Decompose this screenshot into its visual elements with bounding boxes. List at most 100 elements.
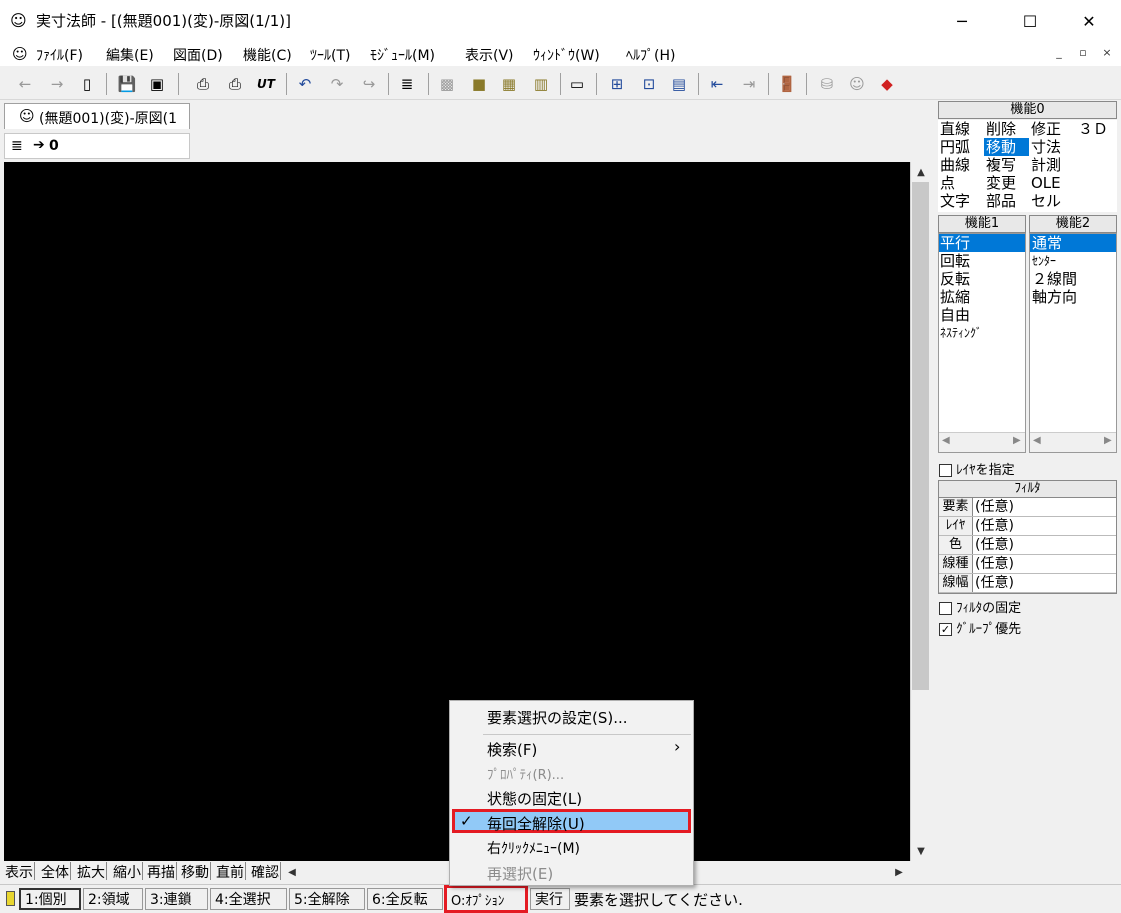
menu-item-lock-state[interactable]: 状態の固定(L) <box>487 788 582 809</box>
func1-rotate[interactable]: 回転 <box>940 252 970 270</box>
filter-row[interactable]: 線幅 (任意) <box>939 574 1116 593</box>
rect-move-icon[interactable]: ▦ <box>498 73 520 95</box>
menu-module[interactable]: ﾓｼﾞｭｰﾙ(M) <box>370 45 435 65</box>
scroll-down-icon[interactable]: ▼ <box>912 842 930 860</box>
print-preview-icon[interactable]: ⎙ <box>224 73 246 95</box>
ut-icon[interactable]: UT <box>255 73 277 95</box>
group-priority-checkbox[interactable]: ✓ ｸﾞﾙｰﾌﾟ優先 <box>939 618 1021 637</box>
menu-item-right-click-menu[interactable]: 右ｸﾘｯｸﾒﾆｭｰ(M) <box>487 838 580 858</box>
cmd-display[interactable]: 表示 <box>4 862 35 881</box>
func0-measure[interactable]: 計測 <box>1031 156 1061 174</box>
filter-row[interactable]: ﾚｲﾔ (任意) <box>939 517 1116 536</box>
back-icon[interactable]: ← <box>14 73 36 95</box>
cmd-confirm[interactable]: 確認 <box>250 862 281 881</box>
scroll-left-icon[interactable]: ◀ <box>942 435 950 446</box>
checkbox-icon[interactable] <box>939 464 952 477</box>
execute-button[interactable]: 実行 <box>530 888 570 910</box>
vertical-scroll-thumb[interactable] <box>912 182 929 690</box>
func2-hscroll[interactable]: ◀ ▶ <box>1030 432 1116 452</box>
layer-specify-checkbox[interactable]: ﾚｲﾔを指定 <box>939 459 1015 478</box>
func0-3d[interactable]: ３Ｄ <box>1078 120 1108 138</box>
undo-icon[interactable]: ↶ <box>294 73 316 95</box>
menu-drawing[interactable]: 図面(D) <box>173 45 223 65</box>
new-file-icon[interactable]: ▯ <box>76 73 98 95</box>
filter-row[interactable]: 要素 (任意) <box>939 498 1116 517</box>
func2-between-lines[interactable]: ２線間 <box>1032 270 1077 288</box>
mdi-restore-button[interactable]: ▫ <box>1074 46 1092 62</box>
func0-ole[interactable]: OLE <box>1031 174 1061 192</box>
save-all-icon[interactable]: ▣ <box>146 73 168 95</box>
scroll-left-icon[interactable]: ◀ <box>1033 435 1041 446</box>
func0-point[interactable]: 点 <box>940 174 955 192</box>
redo-icon[interactable]: ↷ <box>326 73 348 95</box>
func2-normal[interactable]: 通常 <box>1030 234 1116 252</box>
checkbox-icon[interactable] <box>939 602 952 615</box>
mdi-minimize-button[interactable]: _ <box>1050 46 1068 62</box>
menu-window[interactable]: ｳｨﾝﾄﾞｳ(W) <box>533 45 600 65</box>
scroll-right-icon[interactable]: ▶ <box>1104 435 1112 446</box>
save-icon[interactable]: 💾 <box>116 73 138 95</box>
func1-free[interactable]: 自由 <box>940 306 970 324</box>
current-layer[interactable]: 0 <box>49 138 59 154</box>
func0-cell[interactable]: セル <box>1031 192 1061 210</box>
menu-item-search[interactable]: 検索(F) <box>487 739 537 760</box>
grid-icon[interactable]: ⊞ <box>606 73 628 95</box>
menu-edit[interactable]: 編集(E) <box>106 45 154 65</box>
cmd-zoom-in[interactable]: 拡大 <box>76 862 107 881</box>
exit-icon[interactable]: 🚪 <box>776 73 798 95</box>
vertical-scrollbar[interactable]: ▲ ▼ <box>910 162 930 861</box>
deselect-all-button[interactable]: 5:全解除 <box>289 888 365 910</box>
cmd-whole[interactable]: 全体 <box>40 862 71 881</box>
scroll-right-icon[interactable]: ▶ <box>890 863 908 881</box>
scroll-up-icon[interactable]: ▲ <box>912 163 930 181</box>
option-button[interactable]: O:ｵﾌﾟｼｮﾝ <box>444 885 528 913</box>
cascade-icon[interactable]: ▤ <box>668 73 690 95</box>
func1-mirror[interactable]: 反転 <box>940 270 970 288</box>
filter-row[interactable]: 色 (任意) <box>939 536 1116 555</box>
func1-nesting[interactable]: ﾈｽﾃｨﾝｸﾞ <box>940 324 982 342</box>
align-icon[interactable]: ▭ <box>566 73 588 95</box>
document-tab[interactable]: ☺ (無題001)(変)-原図(1 <box>4 103 190 129</box>
menu-file[interactable]: ﾌｧｲﾙ(F) <box>36 45 83 65</box>
menu-view[interactable]: 表示(V) <box>465 45 514 65</box>
cube-icon[interactable]: ◆ <box>876 73 898 95</box>
func0-change[interactable]: 変更 <box>986 174 1016 192</box>
func0-arc[interactable]: 円弧 <box>940 138 970 156</box>
menu-item-clear-every-time[interactable]: 毎回全解除(U) <box>487 813 585 834</box>
filter-row[interactable]: 線種 (任意) <box>939 555 1116 574</box>
scroll-left-icon[interactable]: ◀ <box>286 863 298 881</box>
func0-dimension[interactable]: 寸法 <box>1031 138 1061 156</box>
forward-icon[interactable]: → <box>46 73 68 95</box>
func0-curve[interactable]: 曲線 <box>940 156 970 174</box>
func1-hscroll[interactable]: ◀ ▶ <box>939 432 1025 452</box>
func0-copy[interactable]: 複写 <box>986 156 1016 174</box>
func0-text[interactable]: 文字 <box>940 192 970 210</box>
func0-move[interactable]: 移動 <box>984 138 1029 156</box>
rect-icon[interactable]: ■ <box>468 73 490 95</box>
menu-function[interactable]: 機能(C) <box>243 45 292 65</box>
cmd-previous[interactable]: 直前 <box>215 862 246 881</box>
maximize-button[interactable]: ☐ <box>1007 0 1053 42</box>
func0-line[interactable]: 直線 <box>940 120 970 138</box>
func0-modify[interactable]: 修正 <box>1031 120 1061 138</box>
func1-parallel[interactable]: 平行 <box>939 234 1025 252</box>
func1-scale[interactable]: 拡縮 <box>940 288 970 306</box>
func2-axis-direction[interactable]: 軸方向 <box>1032 288 1077 306</box>
cmd-redraw[interactable]: 再描 <box>146 862 177 881</box>
func0-delete[interactable]: 削除 <box>986 120 1016 138</box>
scroll-right-icon[interactable]: ▶ <box>1013 435 1021 446</box>
window-icon[interactable]: ⊡ <box>638 73 660 95</box>
invert-selection-button[interactable]: 6:全反転 <box>367 888 443 910</box>
chain-select-button[interactable]: 3:連鎖 <box>145 888 208 910</box>
func0-parts[interactable]: 部品 <box>986 192 1016 210</box>
print-icon[interactable]: ⎙ <box>192 73 214 95</box>
rect-copy-icon[interactable]: ▥ <box>530 73 552 95</box>
area-select-button[interactable]: 2:領域 <box>83 888 143 910</box>
cmd-move[interactable]: 移動 <box>180 862 211 881</box>
import-icon[interactable]: ⇤ <box>706 73 728 95</box>
minimize-button[interactable]: ─ <box>939 0 985 42</box>
mdi-close-button[interactable]: × <box>1098 46 1116 62</box>
layer-icon[interactable]: ≣ <box>396 73 418 95</box>
individual-select-button[interactable]: 1:個別 <box>19 888 81 910</box>
repeat-icon[interactable]: ↪ <box>358 73 380 95</box>
